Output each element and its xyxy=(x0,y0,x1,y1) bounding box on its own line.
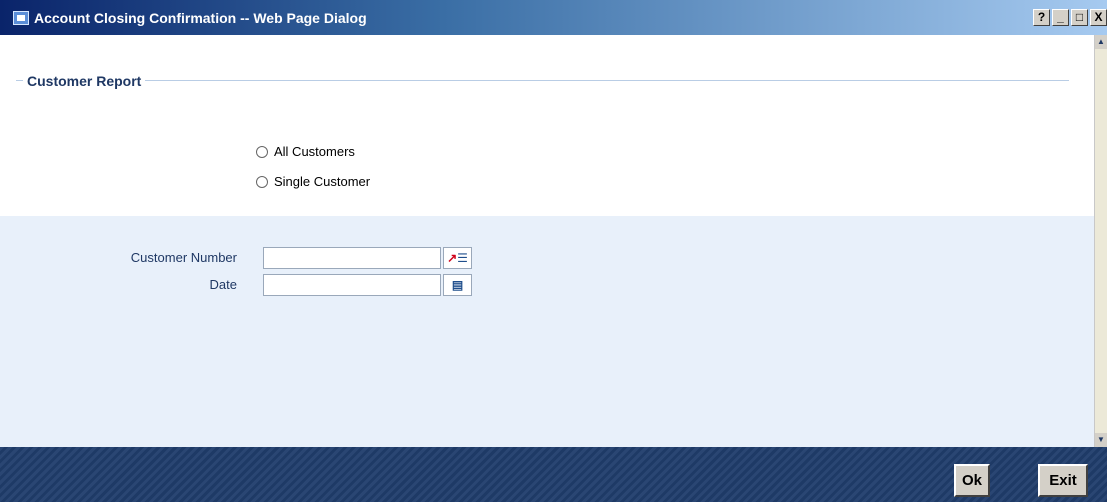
help-button[interactable]: ? xyxy=(1033,9,1050,26)
ok-button[interactable]: Ok xyxy=(954,464,990,497)
title-bar: Account Closing Confirmation -- Web Page… xyxy=(0,0,1107,35)
window-app-icon xyxy=(13,11,29,25)
section-divider xyxy=(16,80,1069,81)
fields-panel: Customer Number ↗☰ Date ▤ xyxy=(0,216,1094,447)
scroll-up-arrow-icon[interactable]: ▲ xyxy=(1095,35,1107,49)
calendar-icon: ▤ xyxy=(451,278,464,292)
minimize-button[interactable]: _ xyxy=(1052,9,1069,26)
all-customers-option[interactable]: All Customers xyxy=(256,144,355,159)
single-customer-label: Single Customer xyxy=(274,174,371,189)
customer-number-input[interactable] xyxy=(263,247,441,269)
single-customer-option[interactable]: Single Customer xyxy=(256,174,370,189)
exit-button[interactable]: Exit xyxy=(1038,464,1088,497)
customer-lov-button[interactable]: ↗☰ xyxy=(443,247,472,269)
all-customers-radio[interactable] xyxy=(256,145,268,158)
close-button[interactable]: X xyxy=(1090,9,1107,26)
list-of-values-icon: ↗ xyxy=(447,251,458,265)
customer-number-label: Customer Number xyxy=(130,250,237,265)
list-lines-icon: ☰ xyxy=(457,251,468,265)
date-label: Date xyxy=(209,277,237,292)
date-input[interactable] xyxy=(263,274,441,296)
single-customer-radio[interactable] xyxy=(256,175,268,188)
section-legend: Customer Report xyxy=(23,73,146,89)
caption-buttons: ? _ □ X xyxy=(1031,9,1107,28)
dialog-footer: Ok Exit xyxy=(0,447,1107,502)
maximize-button[interactable]: □ xyxy=(1071,9,1088,26)
window-title: Account Closing Confirmation -- Web Page… xyxy=(34,10,367,26)
vertical-scrollbar[interactable]: ▲ ▼ xyxy=(1094,35,1107,447)
date-calendar-button[interactable]: ▤ xyxy=(443,274,472,296)
scroll-down-arrow-icon[interactable]: ▼ xyxy=(1095,433,1107,447)
dialog-content: Customer Report All Customers Single Cus… xyxy=(0,35,1094,447)
all-customers-label: All Customers xyxy=(274,144,355,159)
